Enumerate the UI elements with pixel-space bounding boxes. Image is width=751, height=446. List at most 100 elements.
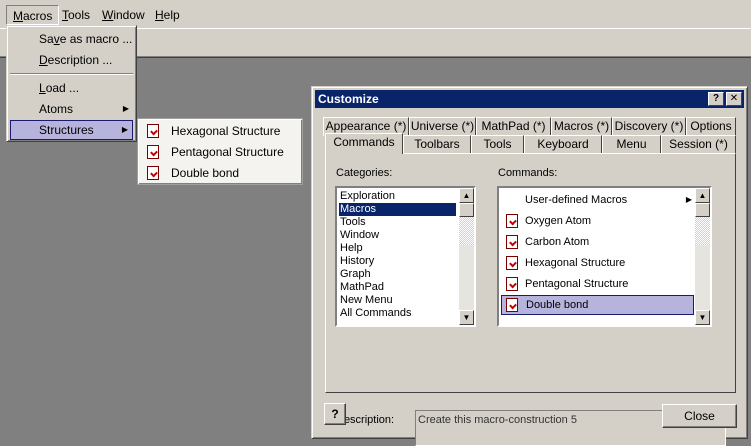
- tab-universe[interactable]: Universe (*): [409, 117, 476, 136]
- command-item-hexagonal-structure[interactable]: Hexagonal Structure: [501, 253, 694, 273]
- submenu-item-hexagonal-structure[interactable]: Hexagonal Structure: [141, 121, 299, 141]
- submenu-item-double-bond[interactable]: Double bond: [141, 163, 299, 183]
- tab-label: Appearance (*): [325, 119, 407, 133]
- command-label: User-defined Macros: [525, 194, 628, 206]
- menu-window[interactable]: Window: [96, 5, 151, 25]
- macro-icon: [506, 256, 518, 270]
- scroll-track[interactable]: [459, 217, 474, 245]
- category-item[interactable]: All Commands: [339, 307, 456, 320]
- scroll-thumb[interactable]: [695, 203, 710, 217]
- tab-mathpad[interactable]: MathPad (*): [476, 117, 551, 136]
- menu-help-mnemonic: H: [155, 8, 164, 22]
- command-label: Double bond: [526, 299, 589, 311]
- category-item[interactable]: Graph: [339, 268, 456, 281]
- tab-label: Menu: [616, 137, 647, 151]
- commands-label: Commands:: [498, 167, 558, 179]
- tab-label: Toolbars: [414, 137, 460, 151]
- menu-help[interactable]: Help: [149, 5, 186, 25]
- close-button[interactable]: Close: [662, 404, 737, 428]
- command-item-carbon-atom[interactable]: Carbon Atom: [501, 232, 694, 252]
- close-button-label: Close: [684, 409, 715, 423]
- submenu-arrow-icon: ▶: [121, 125, 128, 134]
- command-item-oxygen-atom[interactable]: Oxygen Atom: [501, 211, 694, 231]
- command-item-user-defined-macros[interactable]: User-defined Macros ▶: [501, 190, 694, 210]
- command-label: Pentagonal Structure: [525, 278, 629, 290]
- menu-macros-mnemonic: M: [13, 9, 23, 23]
- command-item-pentagonal-structure[interactable]: Pentagonal Structure: [501, 274, 694, 294]
- menu-help-label: elp: [163, 8, 180, 22]
- customize-dialog: Customize ? ✕ Appearance (*) Universe (*…: [311, 86, 748, 446]
- tab-label: Options: [690, 119, 732, 133]
- command-label: Carbon Atom: [525, 236, 590, 248]
- tab-tools[interactable]: Tools: [471, 135, 524, 154]
- commands-scrollbar[interactable]: ▲ ▼: [695, 188, 710, 325]
- menu-item-atoms[interactable]: Atoms ▶: [10, 99, 133, 119]
- expand-arrow-icon: ▶: [685, 195, 692, 204]
- menu-tools[interactable]: Tools: [56, 5, 96, 25]
- menu-item-load[interactable]: Load ...: [10, 78, 133, 98]
- dialog-titlebar: Customize ? ✕: [315, 90, 744, 108]
- category-item[interactable]: History: [339, 255, 456, 268]
- scroll-down-icon[interactable]: ▼: [459, 310, 474, 325]
- category-item[interactable]: Tools: [339, 216, 456, 229]
- menu-window-mnemonic: W: [102, 8, 114, 22]
- category-item[interactable]: Exploration: [339, 190, 456, 203]
- tab-menu[interactable]: Menu: [602, 135, 661, 154]
- scroll-thumb[interactable]: [459, 203, 474, 217]
- scroll-up-icon[interactable]: ▲: [695, 188, 710, 203]
- save-as-macro-text-a: Sa: [39, 32, 54, 46]
- macro-icon: [147, 166, 159, 180]
- submenu-item-label: Pentagonal Structure: [171, 145, 284, 159]
- submenu-item-label: Hexagonal Structure: [171, 124, 281, 138]
- save-as-macro-text-b: e as macro ...: [59, 32, 133, 46]
- tab-label: Keyboard: [537, 137, 589, 151]
- load-mnemonic: L: [39, 81, 46, 95]
- menu-item-description[interactable]: Description ...: [10, 50, 133, 70]
- menu-macros-label: acros: [23, 9, 53, 23]
- tab-label: Macros (*): [553, 119, 610, 133]
- scroll-up-icon[interactable]: ▲: [459, 188, 474, 203]
- tab-commands[interactable]: Commands: [325, 133, 403, 154]
- structures-label: Structures: [39, 123, 94, 137]
- context-help-button[interactable]: ?: [324, 403, 346, 425]
- command-item-double-bond[interactable]: Double bond: [501, 295, 694, 315]
- tab-toolbars[interactable]: Toolbars: [403, 135, 471, 154]
- category-item[interactable]: New Menu: [339, 294, 456, 307]
- macro-icon: [147, 124, 159, 138]
- tab-session[interactable]: Session (*): [661, 135, 736, 154]
- tab-macros[interactable]: Macros (*): [551, 117, 612, 136]
- categories-scrollbar[interactable]: ▲ ▼: [459, 188, 474, 325]
- macro-icon: [147, 145, 159, 159]
- tab-label: Commands: [333, 135, 395, 149]
- tab-keyboard[interactable]: Keyboard: [524, 135, 602, 154]
- command-label: Oxygen Atom: [525, 215, 592, 227]
- help-icon: ?: [331, 407, 339, 421]
- macros-menu: Save as macro ... Description ... Load .…: [6, 25, 137, 142]
- categories-label: Categories:: [336, 167, 393, 179]
- submenu-item-pentagonal-structure[interactable]: Pentagonal Structure: [141, 142, 299, 162]
- category-item[interactable]: Window: [339, 229, 456, 242]
- category-item[interactable]: MathPad: [339, 281, 456, 294]
- macro-icon: [506, 298, 518, 312]
- macro-icon: [506, 277, 518, 291]
- commands-listbox[interactable]: User-defined Macros ▶ Oxygen Atom Carbon…: [497, 186, 712, 327]
- category-item[interactable]: Help: [339, 242, 456, 255]
- help-icon: ?: [712, 93, 720, 104]
- menu-item-structures[interactable]: Structures ▶: [10, 120, 133, 140]
- titlebar-help-button[interactable]: ?: [708, 92, 724, 106]
- commands-panel: Categories: Exploration Macros Tools Win…: [325, 153, 736, 446]
- menu-macros[interactable]: Macros: [6, 5, 60, 25]
- dialog-title: Customize: [318, 92, 379, 106]
- menu-window-label: indow: [113, 8, 145, 22]
- tab-discovery[interactable]: Discovery (*): [612, 117, 686, 136]
- submenu-arrow-icon: ▶: [122, 104, 129, 113]
- menu-item-save-as-macro[interactable]: Save as macro ...: [10, 29, 133, 49]
- description-text: escription ...: [47, 53, 113, 67]
- scroll-down-icon[interactable]: ▼: [695, 310, 710, 325]
- tab-label: Universe (*): [410, 119, 475, 133]
- titlebar-close-button[interactable]: ✕: [726, 92, 742, 106]
- categories-listbox[interactable]: Exploration Macros Tools Window Help His…: [335, 186, 476, 327]
- category-item-selected[interactable]: Macros: [339, 203, 456, 216]
- tab-options[interactable]: Options: [686, 117, 736, 136]
- scroll-track[interactable]: [695, 217, 710, 245]
